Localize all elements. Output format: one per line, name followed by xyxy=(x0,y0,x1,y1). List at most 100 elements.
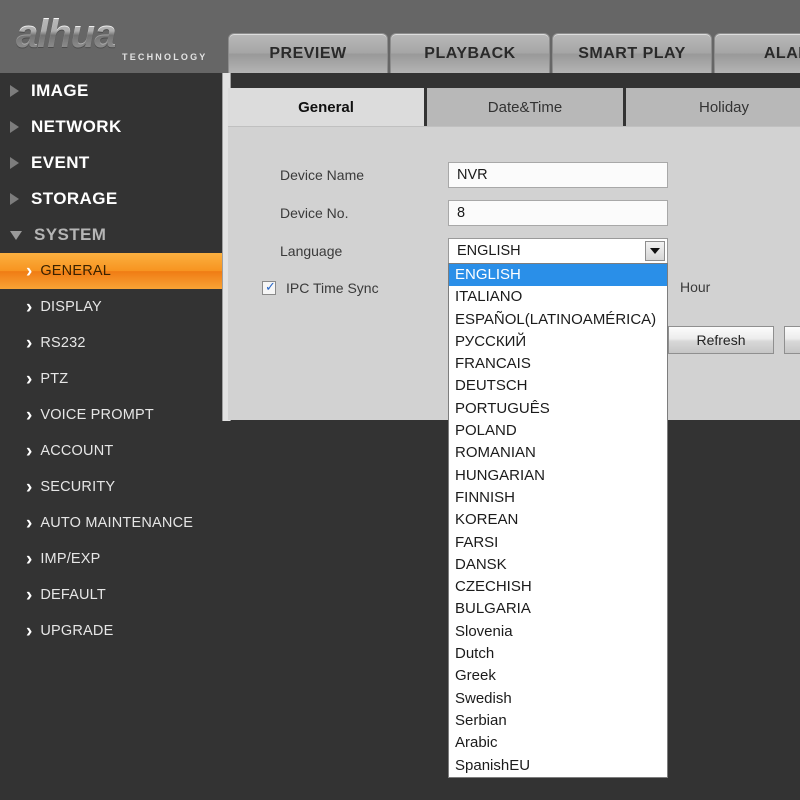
chevron-right-icon xyxy=(10,121,19,133)
sidebar-item-label: AUTO MAINTENANCE xyxy=(40,515,194,531)
sidebar-group-label: SYSTEM xyxy=(34,225,107,244)
sidebar-item-label: RS232 xyxy=(40,335,86,351)
chevron-right-icon: › xyxy=(26,620,33,642)
sidebar-item-ptz[interactable]: › PTZ xyxy=(0,361,222,397)
language-label: Language xyxy=(280,243,343,259)
sidebar-item-security[interactable]: › SECURITY xyxy=(0,469,222,505)
chevron-right-icon: › xyxy=(26,296,33,318)
tab-general[interactable]: General xyxy=(228,88,424,126)
sidebar-item-label: DISPLAY xyxy=(40,299,102,315)
dropdown-option[interactable]: РУССКИЙ xyxy=(449,331,667,353)
chevron-right-icon xyxy=(10,157,19,169)
dropdown-option[interactable]: HUNGARIAN xyxy=(449,465,667,487)
sidebar-item-label: SECURITY xyxy=(40,479,116,495)
app-header: alhua TECHNOLOGY PREVIEW PLAYBACK SMART PL… xyxy=(0,0,800,73)
sidebar-item-auto-maintenance[interactable]: › AUTO MAINTENANCE xyxy=(0,505,222,541)
device-name-row: Device Name NVR xyxy=(228,161,800,189)
dropdown-option[interactable]: BULGARIA xyxy=(449,598,667,620)
sidebar-item-label: UPGRADE xyxy=(40,623,114,639)
topnav-tab-playback[interactable]: PLAYBACK xyxy=(390,33,550,73)
hour-label: Hour xyxy=(680,279,711,295)
sidebar-group-storage[interactable]: STORAGE xyxy=(0,181,222,217)
chevron-right-icon: › xyxy=(26,260,33,282)
device-no-row: Device No. 8 xyxy=(228,199,800,227)
ipc-time-sync-row[interactable]: ✓ IPC Time Sync xyxy=(262,275,379,301)
dropdown-option[interactable]: FARSI xyxy=(449,532,667,554)
sidebar-group-image[interactable]: IMAGE xyxy=(0,73,222,109)
sidebar-group-label: IMAGE xyxy=(31,81,89,100)
tab-date-time[interactable]: Date&Time xyxy=(427,88,623,126)
device-no-input[interactable]: 8 xyxy=(448,200,668,226)
sidebar-group-event[interactable]: EVENT xyxy=(0,145,222,181)
sidebar-item-imp-exp[interactable]: › IMP/EXP xyxy=(0,541,222,577)
chevron-right-icon: › xyxy=(26,332,33,354)
sidebar-group-network[interactable]: NETWORK xyxy=(0,109,222,145)
dropdown-option[interactable]: SpanishEU xyxy=(449,755,667,777)
language-dropdown-list[interactable]: ENGLISH ITALIANO ESPAÑOL(LATINOAMÉRICA) РУС… xyxy=(448,263,668,778)
chevron-right-icon xyxy=(10,85,19,97)
language-row: Language ENGLISH xyxy=(228,237,800,265)
sidebar-item-general[interactable]: › GENERAL xyxy=(0,253,222,289)
chevron-right-icon: › xyxy=(26,404,33,426)
sidebar-item-upgrade[interactable]: › UPGRADE xyxy=(0,613,222,649)
topnav-tab-alarm[interactable]: ALARM xyxy=(714,33,800,73)
dropdown-option[interactable]: Dutch xyxy=(449,643,667,665)
dropdown-option[interactable]: ROMANIAN xyxy=(449,442,667,464)
chevron-right-icon: › xyxy=(26,548,33,570)
nvr-web-interface: alhua TECHNOLOGY PREVIEW PLAYBACK SMART PL… xyxy=(0,0,800,800)
device-name-label: Device Name xyxy=(280,167,365,183)
topnav-tab-smart-play[interactable]: SMART PLAY xyxy=(552,33,712,73)
dropdown-option[interactable]: Swedish xyxy=(449,688,667,710)
sidebar-group-system[interactable]: SYSTEM xyxy=(0,217,222,253)
chevron-right-icon: › xyxy=(26,476,33,498)
sidebar-group-label: NETWORK xyxy=(31,117,122,136)
dahua-logo: alhua TECHNOLOGY xyxy=(10,8,210,66)
sidebar-item-voice-prompt[interactable]: › VOICE PROMPT xyxy=(0,397,222,433)
dropdown-option[interactable]: Arabic xyxy=(449,732,667,754)
sidebar-item-default[interactable]: › DEFAULT xyxy=(0,577,222,613)
chevron-right-icon: › xyxy=(26,584,33,606)
dropdown-option[interactable]: ITALIANO xyxy=(449,286,667,308)
dropdown-option[interactable]: KOREAN xyxy=(449,509,667,531)
chevron-right-icon: › xyxy=(26,512,33,534)
refresh-button[interactable]: Refresh xyxy=(668,326,774,354)
dropdown-option[interactable]: POLAND xyxy=(449,420,667,442)
dropdown-option[interactable]: Slovenia xyxy=(449,621,667,643)
top-navigation: PREVIEWPLAYBACKSMART PLAYALARM xyxy=(228,33,800,73)
sidebar-item-label: VOICE PROMPT xyxy=(40,407,154,423)
dropdown-option[interactable]: DEUTSCH xyxy=(449,375,667,397)
chevron-right-icon: › xyxy=(26,368,33,390)
dropdown-option[interactable]: DANSK xyxy=(449,554,667,576)
language-select-value: ENGLISH xyxy=(457,243,521,259)
chevron-right-icon xyxy=(10,193,19,205)
sidebar-item-label: DEFAULT xyxy=(40,587,106,603)
dropdown-option[interactable]: CZECHISH xyxy=(449,576,667,598)
check-icon: ✓ xyxy=(265,279,276,294)
secondary-button[interactable] xyxy=(784,326,800,354)
brand-name: alhua xyxy=(16,12,116,56)
tab-holiday[interactable]: Holiday xyxy=(626,88,800,126)
ipc-time-sync-label: IPC Time Sync xyxy=(286,280,379,296)
dropdown-option[interactable]: FRANCAIS xyxy=(449,353,667,375)
dropdown-option[interactable]: Serbian xyxy=(449,710,667,732)
dropdown-option[interactable]: FINNISH xyxy=(449,487,667,509)
sidebar[interactable]: IMAGE NETWORK EVENT STORAGE SYSTEM › GENERAL › D… xyxy=(0,73,222,800)
dropdown-option[interactable]: ENGLISH xyxy=(449,264,667,287)
dropdown-option[interactable]: ESPAÑOL(LATINOAMÉRICA) xyxy=(449,309,667,331)
brand-tagline: TECHNOLOGY xyxy=(122,52,208,62)
device-no-label: Device No. xyxy=(280,205,349,221)
sidebar-item-account[interactable]: › ACCOUNT xyxy=(0,433,222,469)
dropdown-option[interactable]: PORTUGUÊS xyxy=(449,398,667,420)
sidebar-item-label: ACCOUNT xyxy=(40,443,114,459)
content-tabs: General Date&Time Holiday xyxy=(228,88,800,126)
dropdown-option[interactable]: Greek xyxy=(449,665,667,687)
sidebar-item-rs232[interactable]: › RS232 xyxy=(0,325,222,361)
chevron-down-icon[interactable] xyxy=(645,241,665,261)
device-name-input[interactable]: NVR xyxy=(448,162,668,188)
language-select[interactable]: ENGLISH xyxy=(448,238,668,264)
chevron-down-icon xyxy=(10,230,22,240)
sidebar-item-display[interactable]: › DISPLAY xyxy=(0,289,222,325)
sidebar-group-label: EVENT xyxy=(31,153,90,172)
topnav-tab-preview[interactable]: PREVIEW xyxy=(228,33,388,73)
ipc-time-sync-checkbox[interactable]: ✓ xyxy=(262,279,276,295)
